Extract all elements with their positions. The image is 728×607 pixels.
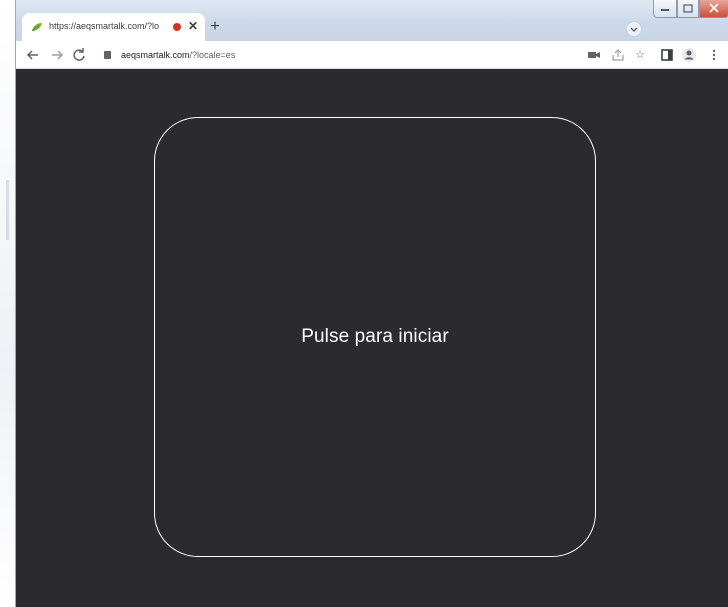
- address-bar[interactable]: aeqsmartalk.com/?locale=es: [104, 47, 235, 63]
- tab-title: https://aeqsmartalk.com/?lo: [49, 21, 160, 31]
- close-window-button[interactable]: [699, 0, 728, 18]
- url-host: aeqsmartalk.com: [121, 50, 190, 60]
- forward-icon[interactable]: [48, 46, 66, 64]
- green-leaf-icon: [31, 23, 42, 32]
- start-prompt-label: Pulse para iniciar: [301, 326, 449, 347]
- profile-icon[interactable]: [681, 47, 697, 63]
- browser-tab[interactable]: https://aeqsmartalk.com/?lo ✕: [22, 13, 205, 41]
- minimize-button[interactable]: [653, 0, 677, 18]
- recording-indicator-icon: [173, 23, 181, 31]
- page-content: Pulse para iniciar: [16, 69, 728, 607]
- new-tab-button[interactable]: +: [206, 18, 224, 36]
- window-controls: [653, 0, 728, 18]
- back-icon[interactable]: [24, 46, 42, 64]
- url-path: /?locale=es: [189, 50, 236, 60]
- close-icon: [709, 3, 719, 13]
- desktop-strip: [6, 180, 9, 240]
- minimize-icon: [661, 9, 669, 11]
- share-icon[interactable]: [610, 47, 626, 63]
- reload-icon[interactable]: [70, 46, 88, 64]
- close-tab-icon[interactable]: ✕: [186, 19, 200, 33]
- start-button[interactable]: Pulse para iniciar: [154, 117, 596, 557]
- tab-search-button[interactable]: [626, 21, 642, 37]
- browser-toolbar: aeqsmartalk.com/?locale=es ☆: [16, 41, 728, 69]
- maximize-button[interactable]: [677, 0, 699, 18]
- desktop-background: [0, 0, 15, 607]
- chevron-down-icon: [630, 27, 638, 32]
- side-panel-icon[interactable]: [659, 47, 675, 63]
- title-bar: https://aeqsmartalk.com/?lo ✕ +: [16, 0, 728, 41]
- lock-icon[interactable]: [104, 51, 111, 59]
- maximize-icon: [683, 4, 693, 13]
- menu-icon[interactable]: [706, 47, 722, 63]
- browser-window: https://aeqsmartalk.com/?lo ✕ + aeqsmart…: [15, 0, 728, 607]
- star-icon[interactable]: ☆: [632, 47, 648, 63]
- video-icon[interactable]: [586, 47, 602, 63]
